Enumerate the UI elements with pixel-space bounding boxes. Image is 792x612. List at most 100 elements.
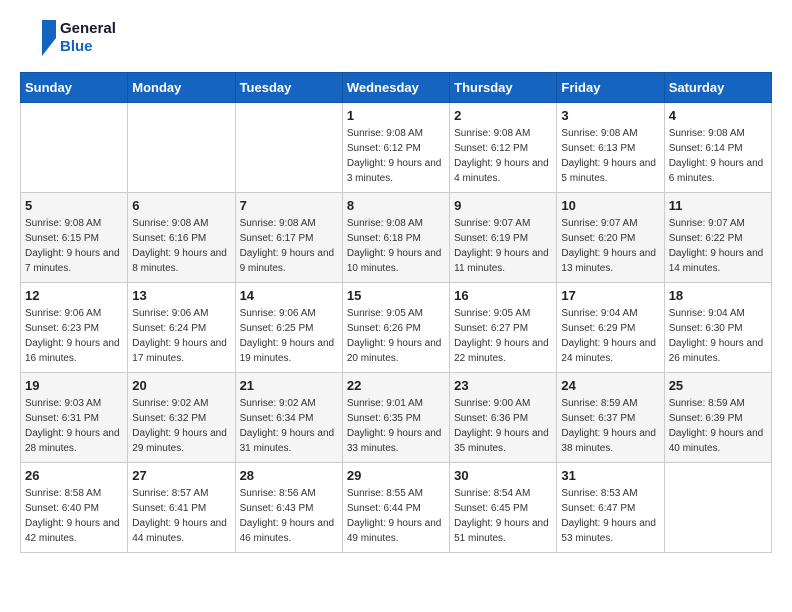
day-info: Sunrise: 8:56 AMSunset: 6:43 PMDaylight:… (240, 486, 338, 546)
calendar-cell: 4Sunrise: 9:08 AMSunset: 6:14 PMDaylight… (664, 103, 771, 193)
logo: General Blue (20, 20, 116, 56)
day-number: 24 (561, 378, 659, 393)
calendar-cell: 19Sunrise: 9:03 AMSunset: 6:31 PMDayligh… (21, 373, 128, 463)
day-number: 19 (25, 378, 123, 393)
calendar-cell: 21 Sunrise: 9:02 AMSunset: 6:34 PMDayligh… (235, 373, 342, 463)
day-number: 27 (132, 468, 230, 483)
day-number: 12 (25, 288, 123, 303)
logo-line1: General (60, 20, 116, 38)
day-info: Sunrise: 9:04 AMSunset: 6:30 PMDaylight:… (669, 306, 767, 366)
header-wednesday: Wednesday (342, 73, 449, 103)
logo-line2: Blue (60, 38, 116, 56)
logo-svg (20, 20, 56, 56)
calendar-week-3: 12 Sunrise: 9:06 AMSunset: 6:23 PMDayligh… (21, 283, 772, 373)
day-number: 1 (347, 108, 445, 123)
calendar-cell: 10 Sunrise: 9:07 AMSunset: 6:20 PMDayligh… (557, 193, 664, 283)
calendar-week-1: 1 Sunrise: 9:08 AMSunset: 6:12 PMDaylight… (21, 103, 772, 193)
calendar-cell: 13Sunrise: 9:06 AMSunset: 6:24 PMDayligh… (128, 283, 235, 373)
calendar-cell: 31Sunrise: 8:53 AMSunset: 6:47 PMDayligh… (557, 463, 664, 553)
calendar-cell: 2 Sunrise: 9:08 AMSunset: 6:12 PMDaylight… (450, 103, 557, 193)
day-number: 30 (454, 468, 552, 483)
day-info: Sunrise: 9:06 AMSunset: 6:24 PMDaylight:… (132, 306, 230, 366)
header-friday: Friday (557, 73, 664, 103)
calendar-cell (235, 103, 342, 193)
day-info: Sunrise: 9:08 AMSunset: 6:13 PMDaylight:… (561, 126, 659, 186)
calendar-cell: 29 Sunrise: 8:55 AMSunset: 6:44 PMDayligh… (342, 463, 449, 553)
day-info: Sunrise: 8:59 AMSunset: 6:37 PMDaylight:… (561, 396, 659, 456)
day-number: 26 (25, 468, 123, 483)
header-sunday: Sunday (21, 73, 128, 103)
day-info: Sunrise: 9:07 AMSunset: 6:22 PMDaylight:… (669, 216, 767, 276)
calendar-cell: 18Sunrise: 9:04 AMSunset: 6:30 PMDayligh… (664, 283, 771, 373)
calendar-header-row: SundayMondayTuesdayWednesdayThursdayFrid… (21, 73, 772, 103)
calendar-cell: 30Sunrise: 8:54 AMSunset: 6:45 PMDayligh… (450, 463, 557, 553)
day-number: 8 (347, 198, 445, 213)
header-saturday: Saturday (664, 73, 771, 103)
calendar-cell: 20 Sunrise: 9:02 AMSunset: 6:32 PMDayligh… (128, 373, 235, 463)
day-info: Sunrise: 8:53 AMSunset: 6:47 PMDaylight:… (561, 486, 659, 546)
day-number: 3 (561, 108, 659, 123)
day-info: Sunrise: 8:55 AMSunset: 6:44 PMDaylight:… (347, 486, 445, 546)
calendar-cell: 8 Sunrise: 9:08 AMSunset: 6:18 PMDaylight… (342, 193, 449, 283)
calendar-week-4: 19Sunrise: 9:03 AMSunset: 6:31 PMDayligh… (21, 373, 772, 463)
calendar-cell (21, 103, 128, 193)
day-info: Sunrise: 9:02 AMSunset: 6:34 PMDaylight:… (240, 396, 338, 456)
calendar-cell: 23 Sunrise: 9:00 AMSunset: 6:36 PMDayligh… (450, 373, 557, 463)
header-tuesday: Tuesday (235, 73, 342, 103)
day-number: 22 (347, 378, 445, 393)
day-number: 16 (454, 288, 552, 303)
day-number: 14 (240, 288, 338, 303)
calendar-cell: 25Sunrise: 8:59 AMSunset: 6:39 PMDayligh… (664, 373, 771, 463)
day-number: 6 (132, 198, 230, 213)
day-info: Sunrise: 9:06 AMSunset: 6:25 PMDaylight:… (240, 306, 338, 366)
day-info: Sunrise: 9:00 AMSunset: 6:36 PMDaylight:… (454, 396, 552, 456)
day-info: Sunrise: 8:57 AMSunset: 6:41 PMDaylight:… (132, 486, 230, 546)
day-number: 10 (561, 198, 659, 213)
calendar-week-5: 26Sunrise: 8:58 AMSunset: 6:40 PMDayligh… (21, 463, 772, 553)
day-number: 23 (454, 378, 552, 393)
calendar-cell: 5 Sunrise: 9:08 AMSunset: 6:15 PMDaylight… (21, 193, 128, 283)
day-number: 15 (347, 288, 445, 303)
calendar-cell: 17 Sunrise: 9:04 AMSunset: 6:29 PMDayligh… (557, 283, 664, 373)
calendar-cell: 16 Sunrise: 9:05 AMSunset: 6:27 PMDayligh… (450, 283, 557, 373)
page-header: General Blue (20, 20, 772, 56)
calendar-cell: 24 Sunrise: 8:59 AMSunset: 6:37 PMDayligh… (557, 373, 664, 463)
calendar-cell: 14 Sunrise: 9:06 AMSunset: 6:25 PMDayligh… (235, 283, 342, 373)
day-info: Sunrise: 9:07 AMSunset: 6:20 PMDaylight:… (561, 216, 659, 276)
calendar-cell: 7Sunrise: 9:08 AMSunset: 6:17 PMDaylight… (235, 193, 342, 283)
calendar-cell: 6Sunrise: 9:08 AMSunset: 6:16 PMDaylight… (128, 193, 235, 283)
day-info: Sunrise: 9:08 AMSunset: 6:17 PMDaylight:… (240, 216, 338, 276)
day-info: Sunrise: 9:08 AMSunset: 6:18 PMDaylight:… (347, 216, 445, 276)
day-info: Sunrise: 9:04 AMSunset: 6:29 PMDaylight:… (561, 306, 659, 366)
day-info: Sunrise: 9:07 AMSunset: 6:19 PMDaylight:… (454, 216, 552, 276)
header-monday: Monday (128, 73, 235, 103)
day-info: Sunrise: 9:02 AMSunset: 6:32 PMDaylight:… (132, 396, 230, 456)
day-number: 17 (561, 288, 659, 303)
day-info: Sunrise: 9:08 AMSunset: 6:14 PMDaylight:… (669, 126, 767, 186)
day-number: 21 (240, 378, 338, 393)
calendar-cell: 15Sunrise: 9:05 AMSunset: 6:26 PMDayligh… (342, 283, 449, 373)
calendar-cell: 22Sunrise: 9:01 AMSunset: 6:35 PMDayligh… (342, 373, 449, 463)
calendar-cell: 11 Sunrise: 9:07 AMSunset: 6:22 PMDayligh… (664, 193, 771, 283)
header-thursday: Thursday (450, 73, 557, 103)
calendar-cell (664, 463, 771, 553)
calendar-week-2: 5 Sunrise: 9:08 AMSunset: 6:15 PMDaylight… (21, 193, 772, 283)
day-number: 20 (132, 378, 230, 393)
day-number: 28 (240, 468, 338, 483)
calendar-table: SundayMondayTuesdayWednesdayThursdayFrid… (20, 72, 772, 553)
day-info: Sunrise: 9:08 AMSunset: 6:12 PMDaylight:… (454, 126, 552, 186)
day-info: Sunrise: 9:08 AMSunset: 6:15 PMDaylight:… (25, 216, 123, 276)
day-number: 2 (454, 108, 552, 123)
calendar-cell (128, 103, 235, 193)
day-number: 11 (669, 198, 767, 213)
day-info: Sunrise: 9:05 AMSunset: 6:27 PMDaylight:… (454, 306, 552, 366)
calendar-cell: 9Sunrise: 9:07 AMSunset: 6:19 PMDaylight… (450, 193, 557, 283)
calendar-cell: 28 Sunrise: 8:56 AMSunset: 6:43 PMDayligh… (235, 463, 342, 553)
calendar-cell: 3 Sunrise: 9:08 AMSunset: 6:13 PMDaylight… (557, 103, 664, 193)
day-number: 29 (347, 468, 445, 483)
calendar-cell: 1Sunrise: 9:08 AMSunset: 6:12 PMDaylight… (342, 103, 449, 193)
calendar-cell: 26Sunrise: 8:58 AMSunset: 6:40 PMDayligh… (21, 463, 128, 553)
day-number: 5 (25, 198, 123, 213)
day-info: Sunrise: 9:06 AMSunset: 6:23 PMDaylight:… (25, 306, 123, 366)
day-number: 25 (669, 378, 767, 393)
